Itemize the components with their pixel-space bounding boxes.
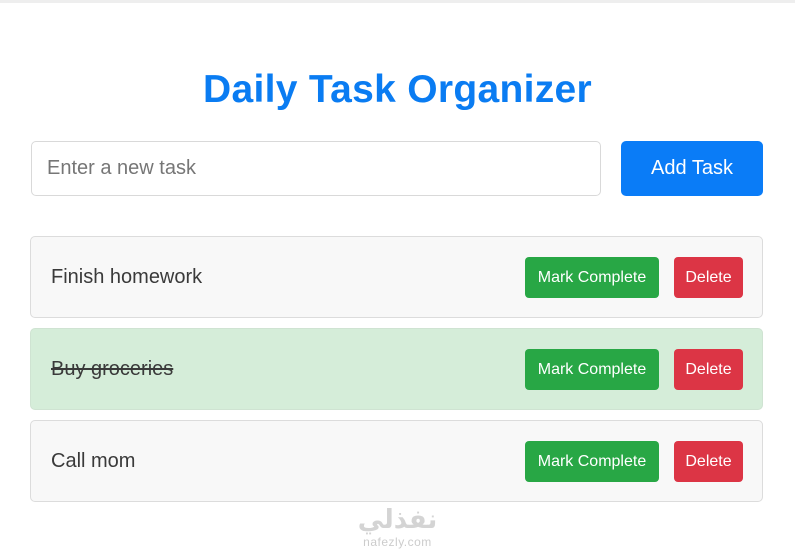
delete-button[interactable]: Delete [674, 441, 743, 482]
task-text: Call mom [51, 450, 136, 472]
task-text: Buy groceries [51, 358, 174, 380]
mark-complete-button[interactable]: Mark Complete [525, 441, 659, 482]
watermark-logo-text: نفذلي [357, 505, 438, 535]
watermark-logo: نفذلي nafezly.com [340, 505, 455, 559]
task-app: Daily Task Organizer Add Task Finish hom… [0, 0, 795, 559]
task-item-completed: Buy groceries Mark Complete Delete [30, 328, 763, 410]
task-item: Call mom Mark Complete Delete [30, 420, 763, 502]
task-input[interactable] [31, 141, 601, 196]
delete-button[interactable]: Delete [674, 349, 743, 390]
task-text: Finish homework [51, 266, 203, 288]
delete-button[interactable]: Delete [674, 257, 743, 298]
mark-complete-button[interactable]: Mark Complete [525, 349, 659, 390]
page-title: Daily Task Organizer [203, 68, 592, 111]
task-list: Finish homework Mark Complete Delete Buy… [30, 236, 763, 512]
task-item: Finish homework Mark Complete Delete [30, 236, 763, 318]
add-task-button[interactable]: Add Task [621, 141, 763, 196]
add-task-form: Add Task [31, 141, 763, 196]
mark-complete-button[interactable]: Mark Complete [525, 257, 659, 298]
watermark-site-text: nafezly.com [363, 535, 432, 549]
